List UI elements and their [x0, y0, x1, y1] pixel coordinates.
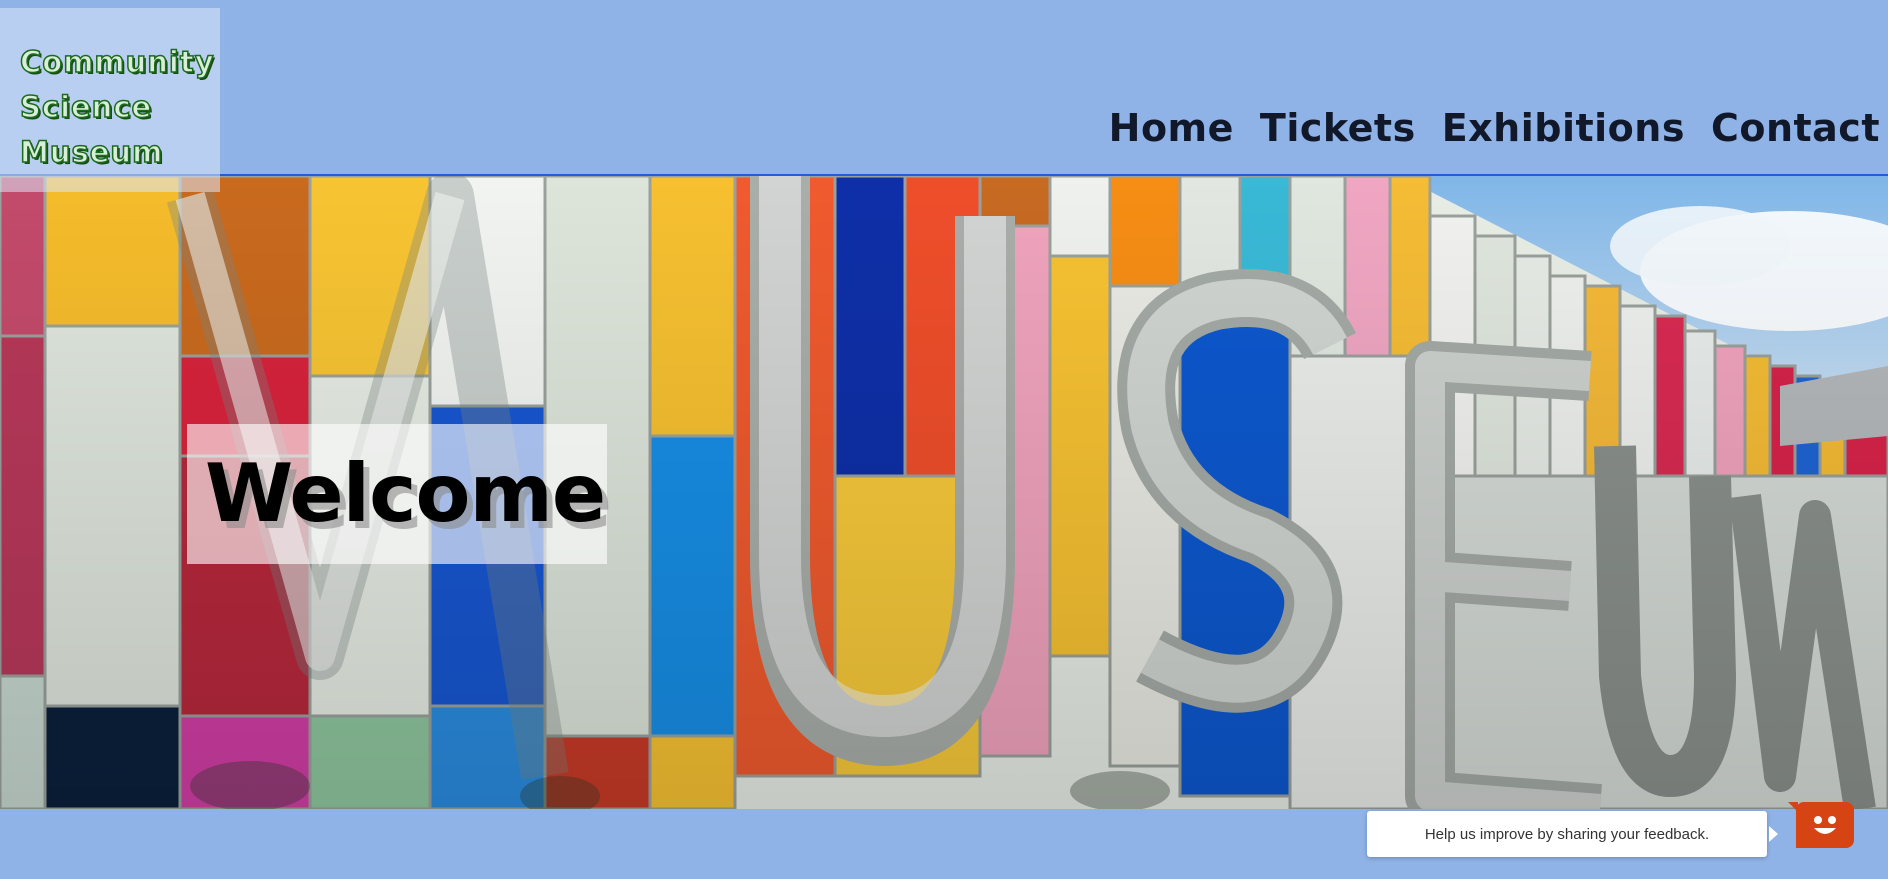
- site-header: Home Tickets Exhibitions Contact: [0, 0, 1888, 176]
- hero-banner: Welcome: [0, 176, 1888, 809]
- site-logo[interactable]: Community Science Museum: [0, 8, 220, 192]
- nav-contact-link[interactable]: Contact: [1711, 100, 1880, 156]
- feedback-prompt-text: Help us improve by sharing your feedback…: [1424, 825, 1710, 843]
- feedback-button[interactable]: [1788, 802, 1854, 848]
- logo-line-2: Science: [19, 89, 153, 125]
- welcome-heading: Welcome: [205, 447, 606, 540]
- logo-line-1: Community: [19, 44, 215, 80]
- main-nav: Home Tickets Exhibitions Contact: [1109, 100, 1880, 156]
- logo-line-3: Museum: [19, 134, 164, 170]
- nav-exhibitions-link[interactable]: Exhibitions: [1442, 100, 1685, 156]
- feedback-prompt-bubble[interactable]: Help us improve by sharing your feedback…: [1367, 811, 1767, 857]
- feedback-bubble-arrow: [1769, 826, 1778, 842]
- nav-tickets-link[interactable]: Tickets: [1260, 100, 1416, 156]
- nav-home-link[interactable]: Home: [1109, 100, 1234, 156]
- smiley-face-icon: [1814, 816, 1836, 834]
- welcome-banner: Welcome: [187, 424, 607, 564]
